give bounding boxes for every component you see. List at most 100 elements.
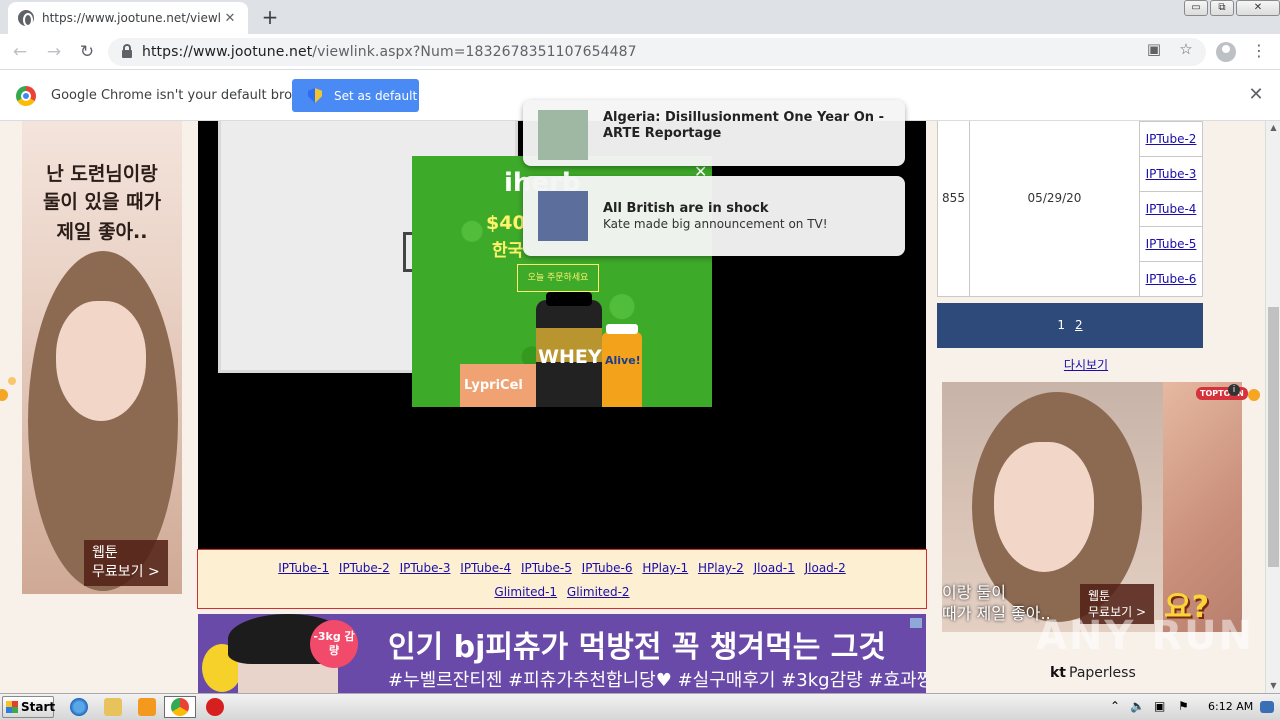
episode-link-iptube-6[interactable]: IPTube-6 [1146,272,1197,286]
link-iptube-3[interactable]: IPTube-3 [400,561,451,575]
link-iptube-1[interactable]: IPTube-1 [278,561,329,575]
episode-table: 855 05/29/20 IPTube-2 IPTube-3 IPTube-4 … [937,121,1203,297]
infobar-message: Google Chrome isn't your default browser [51,88,323,103]
start-button[interactable]: Start [2,696,55,718]
link-iptube-5[interactable]: IPTube-5 [521,561,572,575]
url-text[interactable]: https://www.jootune.net/viewlink.aspx?Nu… [142,44,637,60]
back-button[interactable]: ← [8,40,32,64]
action-center-flag-icon[interactable]: ⚑ [1178,699,1189,713]
decoration-dot [1248,389,1260,401]
forward-button[interactable]: → [42,40,66,64]
chrome-icon [171,698,189,716]
chrome-logo-icon [16,86,36,106]
replay-link[interactable]: 다시보기 [1030,356,1142,373]
scroll-down-arrow-icon[interactable]: ▼ [1266,679,1280,693]
show-desktop-icon[interactable] [1260,701,1274,713]
scroll-thumb[interactable] [1268,307,1279,567]
notification-thumbnail [538,191,588,241]
scroll-up-arrow-icon[interactable]: ▲ [1266,121,1280,135]
uac-shield-icon [308,88,322,103]
link-hplay-1[interactable]: HPlay-1 [642,561,688,575]
link-glimited-2[interactable]: Glimited-2 [567,585,630,599]
media-player-icon[interactable] [138,698,156,716]
push-notification-1[interactable]: Algeria: Disillusionment One Year On - A… [523,100,905,166]
notification-1-title-line-2: ARTE Reportage [603,126,722,141]
chrome-taskbar-button[interactable] [164,696,196,718]
popup-blocked-icon[interactable]: ▣ [1145,40,1163,58]
links-row-2: Glimited-1 Glimited-2 [198,580,926,604]
left-webtoon-ad[interactable]: 난 도련님이랑 둘이 있을 때가 제일 좋아.. 웹툰 무료보기 > [22,121,182,594]
lock-icon[interactable] [122,44,132,58]
page-link-2[interactable]: 2 [1075,318,1083,332]
chrome-menu-icon[interactable]: ⋮ [1250,40,1268,62]
right-ad-badge-line-1: 웹툰 [1088,589,1111,603]
episode-link-iptube-5[interactable]: IPTube-5 [1146,237,1197,251]
right-webtoon-ad[interactable]: 이랑 둘이 때가 제일 좋아.. 웹툰 무료보기 > 요? [942,382,1242,632]
restore-button[interactable]: ⧉ [1210,0,1234,16]
bottom-banner-ad[interactable]: -3kg 감량 인기 bj피츄가 먹방전 꼭 챙겨먹는 그것 #누벨르잔티젠 #… [198,614,926,693]
lypricel-label: LypriCel [464,378,523,393]
set-as-default-button[interactable]: Set as default [292,79,419,112]
kt-paperless-ad[interactable]: kt Paperless [1050,665,1136,681]
security-tool-icon[interactable] [206,698,224,716]
whey-product: WHEY [536,292,602,407]
file-explorer-icon[interactable] [104,698,122,716]
link-jload-1[interactable]: Jload-1 [754,561,795,575]
episode-link-iptube-2[interactable]: IPTube-2 [1146,132,1197,146]
url-path: /viewlink.aspx?Num=1832678351107654487 [312,44,637,60]
tab-close-icon[interactable]: ✕ [222,11,238,26]
banner-title: 인기 bj피츄가 먹방전 꼭 챙겨먹는 그것 [388,630,886,665]
browser-tab[interactable]: https://www.jootune.net/viewlink.a ✕ [8,2,248,34]
decoration-dot [0,389,8,401]
address-bar[interactable]: https://www.jootune.net/viewlink.aspx?Nu… [108,38,1206,66]
link-jload-2[interactable]: Jload-2 [805,561,846,575]
link-hplay-2[interactable]: HPlay-2 [698,561,744,575]
left-ad-badge-line-2: 무료보기 > [92,564,160,580]
right-ad-text: 이랑 둘이 때가 제일 좋아.. [942,582,1051,624]
anyrun-watermark: ANY RUN [1036,613,1255,659]
order-today-button[interactable]: 오늘 주문하세요 [517,264,599,292]
episode-link-iptube-3[interactable]: IPTube-3 [1146,167,1197,181]
link-iptube-6[interactable]: IPTube-6 [582,561,633,575]
bookmark-star-icon[interactable]: ☆ [1177,40,1195,58]
notification-1-title-line-1: Algeria: Disillusionment One Year On - [603,110,884,125]
new-tab-button[interactable]: + [258,6,282,30]
decoration-dot [8,377,16,385]
internet-explorer-icon[interactable] [70,698,88,716]
notification-2-body: Kate made big announcement on TV! [603,217,828,231]
network-icon[interactable]: ▣ [1154,699,1165,713]
ad-info-icon[interactable]: i [1228,384,1240,396]
episode-link-iptube-4[interactable]: IPTube-4 [1146,202,1197,216]
banner-subtitle: #누벨르잔티젠 #피츄가추천합니당♥ #실구매후기 #3kg감량 #효과짱짱 [388,670,926,691]
push-notification-2[interactable]: All British are in shock Kate made big a… [523,176,905,256]
right-ad-text-line-1: 이랑 둘이 [942,583,1006,602]
taskbar-clock[interactable]: 6:12 AM [1208,700,1253,713]
windows-taskbar: Start ⌃ 🔈 ▣ ⚑ 6:12 AM [0,693,1280,720]
notification-thumbnail [538,110,588,160]
link-iptube-2[interactable]: IPTube-2 [339,561,390,575]
browser-toolbar: ← → ↻ https://www.jootune.net/viewlink.a… [0,34,1280,70]
volume-icon[interactable]: 🔈 [1130,699,1145,713]
left-ad-line-1: 난 도련님이랑 [46,163,158,185]
toptoon-logo: TOPTOON [1196,387,1248,400]
reload-button[interactable]: ↻ [75,40,99,64]
alive-label: Alive! [605,354,641,367]
lypricel-product: LypriCel [460,364,536,407]
minimize-button[interactable]: ▭ [1184,0,1208,16]
alive-product: Alive! [602,324,642,407]
pagination: 12 [937,303,1203,348]
infobar-close-icon[interactable]: ✕ [1246,85,1266,105]
left-ad-line-3: 제일 좋아.. [56,221,148,243]
profile-avatar[interactable] [1216,42,1236,62]
tray-expand-icon[interactable]: ⌃ [1110,699,1120,713]
link-iptube-4[interactable]: IPTube-4 [460,561,511,575]
tab-title: https://www.jootune.net/viewlink.a [42,11,222,25]
globe-icon [18,10,34,27]
whey-label: WHEY [538,346,602,368]
link-glimited-1[interactable]: Glimited-1 [494,585,557,599]
tab-strip: https://www.jootune.net/viewlink.a ✕ + ▭… [0,0,1280,34]
window-close-button[interactable]: ✕ [1236,0,1280,16]
ad-choices-icon[interactable] [910,618,922,628]
page-scrollbar[interactable]: ▲ ▼ [1265,121,1280,693]
left-ad-badge-line-1: 웹툰 [92,545,118,561]
